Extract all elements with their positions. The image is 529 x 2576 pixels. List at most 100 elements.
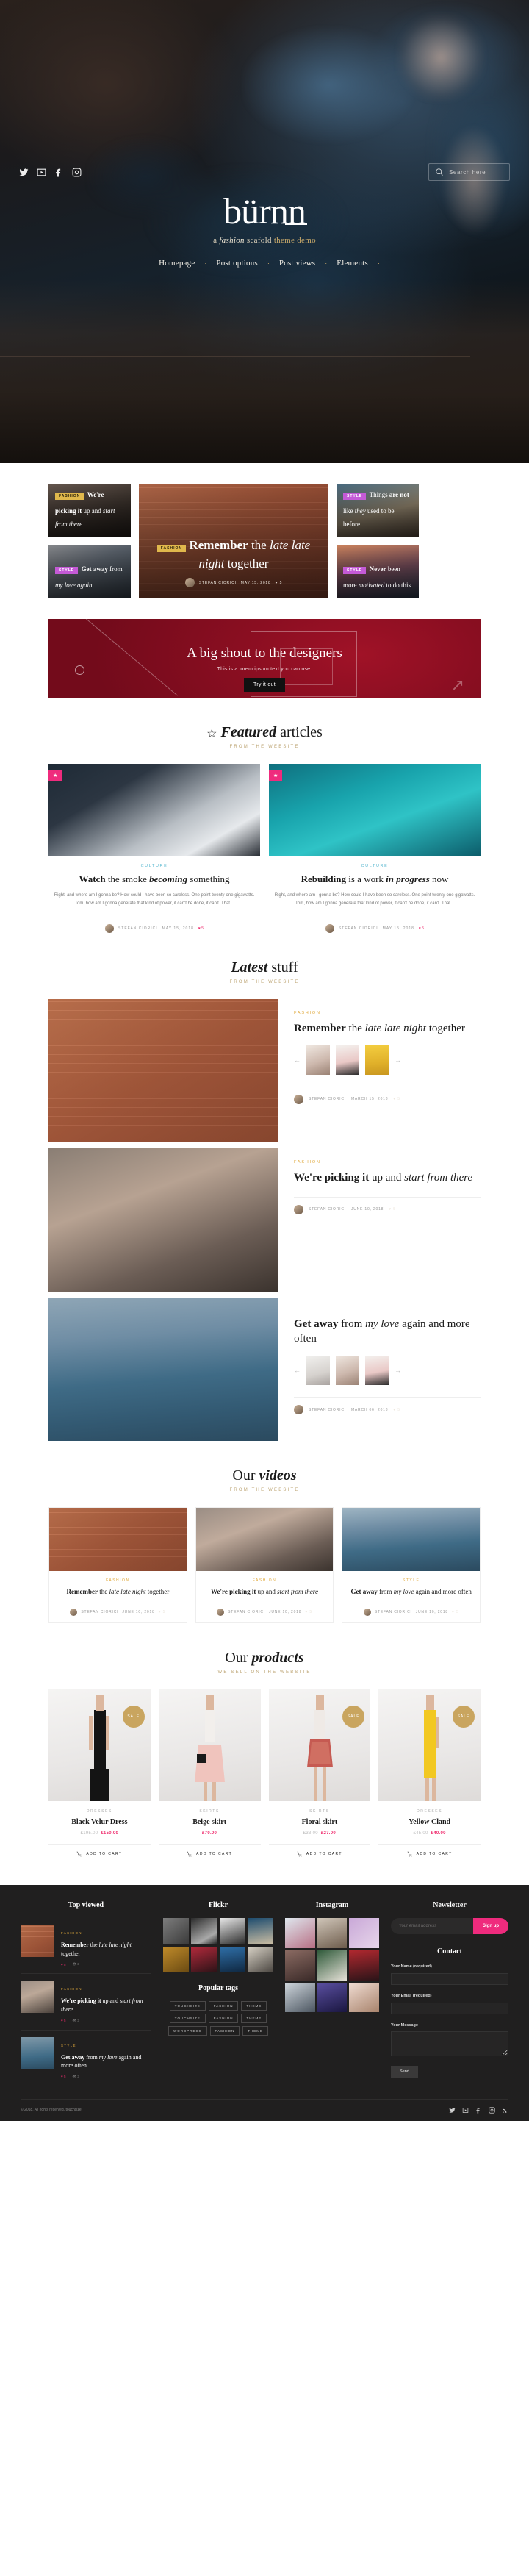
vimeo-icon[interactable] [462,2107,469,2114]
tag-item[interactable]: THEME [241,2000,267,2011]
newsletter-form[interactable]: Sign up [391,1918,508,1935]
like-count[interactable]: ♥ 5 [419,926,424,931]
top-viewed-title[interactable]: Remember the late late night together [61,1941,151,1958]
carousel-thumb[interactable] [365,1045,389,1075]
instagram-thumb[interactable] [349,1918,380,1948]
latest-post-category[interactable]: FASHION [294,1011,481,1015]
video-thumbnail[interactable] [342,1507,481,1571]
product-name[interactable]: Beige skirt [159,1818,261,1826]
carousel-thumb[interactable] [336,1356,359,1386]
carousel-next-arrow-icon[interactable]: → [395,1367,401,1374]
contact-message-textarea[interactable] [391,2031,508,2057]
nav-item-post-options[interactable]: Post options [206,259,267,268]
newsletter-email-input[interactable] [391,1918,473,1935]
twitter-icon[interactable] [19,168,29,177]
site-logo[interactable]: bürnn [223,193,307,229]
feature-tile[interactable]: FASHION We're picking it up and start fr… [48,484,131,537]
like-count[interactable]: ♥ 5 [61,1963,65,1967]
product-card[interactable]: SALE DRESSES Black Velur Dress £195.00 £1… [48,1689,151,1857]
product-card[interactable]: SKIRTS Beige skirt £70.00 ADD TO CART [158,1689,261,1857]
flickr-thumb[interactable] [191,1946,217,1972]
instagram-thumb[interactable] [285,1982,315,2013]
add-to-cart-button[interactable]: ADD TO CART [268,1844,371,1857]
product-category[interactable]: SKIRTS [269,1809,371,1814]
search-box[interactable] [428,163,510,181]
video-title[interactable]: Get away from my love again and more oft… [349,1587,473,1597]
carousel-thumb[interactable] [336,1045,359,1075]
latest-post-image[interactable] [48,998,278,1142]
tag-item[interactable]: FASHION [208,2000,239,2011]
flickr-thumb[interactable] [191,1918,217,1944]
carousel-prev-arrow-icon[interactable]: ← [294,1056,301,1064]
flickr-thumb[interactable] [219,1918,245,1944]
carousel-thumb[interactable] [365,1356,389,1386]
article-card[interactable]: ★ CULTURE Watch the smoke becoming somet… [48,764,260,933]
instagram-thumb[interactable] [285,1918,315,1948]
newsletter-signup-button[interactable]: Sign up [473,1918,508,1935]
top-viewed-item[interactable]: FASHION We're picking it up and start fr… [21,1974,151,2031]
add-to-cart-button[interactable]: ADD TO CART [158,1844,261,1857]
feature-tile[interactable]: STYLE Things are not like they used to b… [337,484,419,537]
main-navigation[interactable]: Homepage · Post options · Post views · E… [0,259,529,268]
instagram-thumb[interactable] [317,1918,348,1948]
category-badge[interactable]: FASHION [55,493,84,500]
like-count[interactable]: ♥ 5 [393,1097,400,1101]
category-badge[interactable]: STYLE [55,567,79,574]
contact-email-input[interactable] [391,2002,508,2014]
nav-item-elements[interactable]: Elements [327,259,378,268]
facebook-icon[interactable] [475,2107,482,2114]
top-viewed-thumbnail[interactable] [21,1925,54,1958]
top-viewed-category[interactable]: FASHION [61,1931,82,1935]
latest-post-category[interactable]: FASHION [294,1160,481,1164]
article-card[interactable]: ★ CULTURE Rebuilding is a work in progre… [269,764,481,933]
like-count[interactable]: ♥ 5 [198,926,204,931]
top-viewed-item[interactable]: FASHION Remember the late late night tog… [21,1918,151,1975]
latest-post-title[interactable]: We're picking it up and start from there [294,1170,481,1185]
tag-item[interactable]: FASHION [209,2025,240,2036]
like-count[interactable]: ♥ 5 [305,1610,312,1614]
try-it-out-button[interactable]: Try it out [244,678,285,692]
tag-item[interactable]: THEME [241,2013,267,2023]
like-count[interactable]: ♥ 5 [61,2019,65,2022]
feature-tile-hero[interactable]: FASHION Remember the late late night tog… [139,484,328,598]
video-thumbnail[interactable] [49,1507,187,1571]
like-count[interactable]: ♥ 5 [61,2075,65,2078]
video-card[interactable]: FASHION We're picking it up and start fr… [195,1506,334,1624]
product-image[interactable] [158,1689,261,1802]
like-count[interactable]: ♥ 5 [393,1408,400,1412]
top-viewed-title[interactable]: We're picking it up and start from there [61,1997,151,2014]
tag-item[interactable]: FASHION [208,2013,239,2023]
top-viewed-item[interactable]: STYLE Get away from my love again and mo… [21,2031,151,2086]
product-name[interactable]: Black Velur Dress [48,1818,151,1826]
twitter-icon[interactable] [449,2107,456,2114]
top-viewed-thumbnail[interactable] [21,2036,54,2069]
top-viewed-category[interactable]: FASHION [61,1987,82,1991]
latest-post-title[interactable]: Remember the late late night together [294,1021,481,1036]
category-badge[interactable]: STYLE [343,493,367,500]
instagram-thumb[interactable] [285,1950,315,1981]
like-count[interactable]: ♥ 5 [276,581,283,585]
nav-item-post-views[interactable]: Post views [270,259,325,268]
carousel-next-arrow-icon[interactable]: → [395,1056,401,1064]
flickr-thumb[interactable] [163,1946,190,1972]
video-title[interactable]: Remember the late late night together [56,1587,180,1597]
carousel-prev-arrow-icon[interactable]: ← [294,1367,301,1374]
feature-tile[interactable]: STYLE Never been more motivated to do th… [337,545,419,598]
category-badge[interactable]: STYLE [343,567,367,574]
add-to-cart-button[interactable]: ADD TO CART [378,1844,481,1857]
add-to-cart-button[interactable]: ADD TO CART [48,1844,151,1857]
product-image[interactable]: SALE [378,1689,481,1802]
top-viewed-category[interactable]: STYLE [61,2044,76,2047]
latest-post-image[interactable] [48,1148,278,1292]
instagram-thumb[interactable] [317,1950,348,1981]
instagram-thumb[interactable] [349,1982,380,2013]
feature-tile[interactable]: STYLE Get away from my love again [48,545,131,598]
article-image[interactable]: ★ [269,764,481,856]
video-title[interactable]: We're picking it up and start from there [203,1587,327,1597]
article-image[interactable]: ★ [48,764,260,856]
facebook-icon[interactable] [54,168,64,177]
product-category[interactable]: SKIRTS [159,1809,261,1814]
contact-name-input[interactable] [391,1972,508,1985]
article-title[interactable]: Watch the smoke becoming something [51,873,257,886]
like-count[interactable]: ♥ 5 [452,1610,459,1614]
